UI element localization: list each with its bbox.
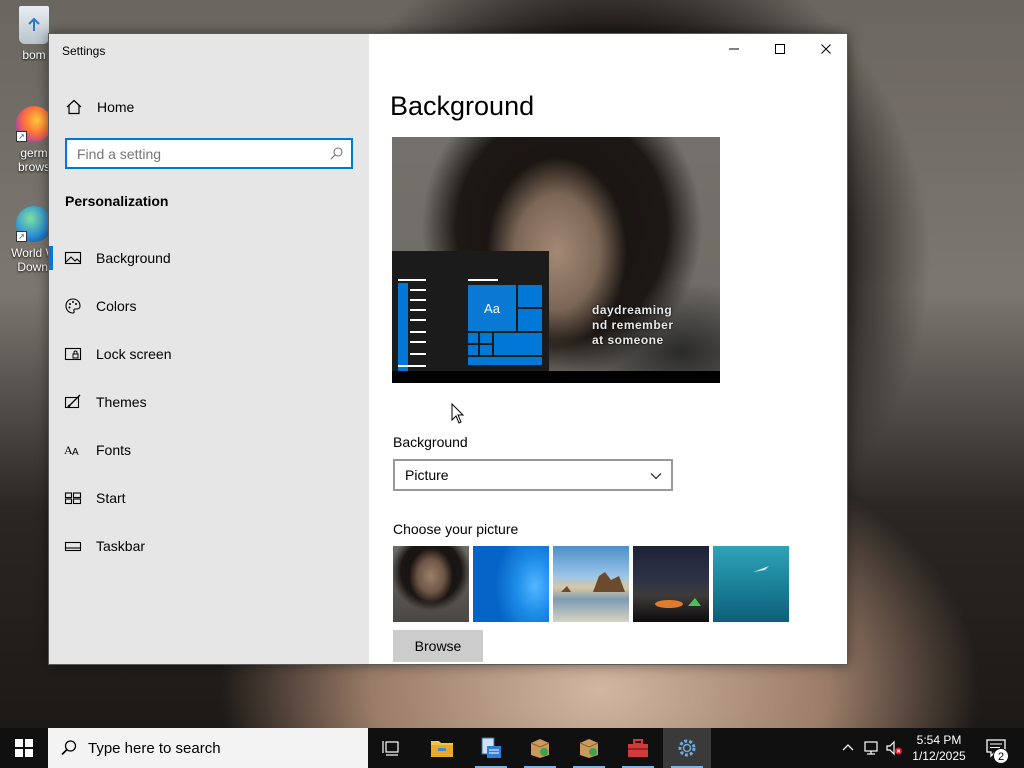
recycle-bin-icon [19, 6, 49, 44]
start-icon [64, 489, 82, 507]
mouse-cursor-icon [451, 403, 465, 424]
themes-icon [64, 393, 82, 411]
preview-caption-line: at someone [592, 333, 664, 347]
sidebar-item-label: Start [96, 490, 126, 506]
gear-icon [678, 739, 696, 757]
svg-text:A: A [72, 447, 79, 458]
preview-caption-line: daydreaming [592, 303, 673, 317]
sidebar-item-lock-screen[interactable]: Lock screen [49, 334, 369, 374]
sidebar-item-background[interactable]: Background [49, 238, 369, 278]
clock-date: 1/12/2025 [912, 749, 966, 763]
sidebar-item-label: Themes [96, 394, 147, 410]
chevron-up-icon[interactable] [839, 739, 857, 757]
taskbar-search-placeholder: Type here to search [88, 739, 221, 757]
settings-search[interactable] [65, 138, 353, 169]
section-heading: Personalization [65, 193, 169, 209]
taskbar-app-installer-1[interactable] [516, 728, 564, 768]
home-icon [65, 98, 83, 116]
document-app-icon [481, 737, 501, 758]
sidebar-item-themes[interactable]: Themes [49, 382, 369, 422]
taskbar-icon [64, 537, 82, 555]
taskbar-app-installer-2[interactable] [565, 728, 613, 768]
folder-icon [431, 741, 453, 757]
taskbar-app-document[interactable] [467, 728, 515, 768]
notification-badge: 2 [993, 748, 1009, 764]
taskbar: Type here to search 5:54 PM 1/12/2025 2 [0, 728, 1024, 768]
picture-icon [64, 249, 82, 267]
task-view-icon [382, 741, 399, 756]
start-button[interactable] [0, 728, 48, 768]
picture-thumbnail-4[interactable] [633, 546, 709, 622]
search-icon[interactable] [330, 147, 343, 160]
settings-content: Background daydreaming nd remember at so… [369, 34, 847, 664]
desktop-icon-label: bom [22, 48, 46, 62]
firefox-icon: ↗ [16, 106, 52, 142]
palette-icon [64, 297, 82, 315]
settings-window: Settings Home Personalization Background [48, 33, 848, 665]
sidebar-item-start[interactable]: Start [49, 478, 369, 518]
window-title: Settings [62, 44, 106, 58]
picture-thumbnail-5[interactable] [713, 546, 789, 622]
installer-box-icon [530, 739, 550, 758]
search-input[interactable] [67, 145, 317, 162]
network-icon[interactable] [862, 739, 880, 757]
sidebar-item-taskbar[interactable]: Taskbar [49, 526, 369, 566]
nav-home[interactable]: Home [49, 92, 369, 122]
picture-thumbnail-2[interactable] [473, 546, 549, 622]
sidebar-item-fonts[interactable]: AA Fonts [49, 430, 369, 470]
fonts-icon: AA [64, 441, 82, 459]
sidebar-item-label: Fonts [96, 442, 132, 458]
taskbar-app-settings[interactable] [663, 728, 711, 768]
sidebar-item-label: Lock screen [96, 346, 172, 362]
task-view-button[interactable] [368, 728, 416, 768]
background-dropdown[interactable]: Picture [393, 459, 673, 491]
preview-caption: daydreaming nd remember at someone [592, 303, 702, 348]
picture-thumbnail-3[interactable] [553, 546, 629, 622]
taskbar-file-explorer[interactable] [418, 728, 466, 768]
windows-logo-icon [15, 739, 33, 757]
chevron-down-icon [649, 469, 663, 483]
background-label: Background [393, 434, 468, 450]
page-title: Background [390, 91, 535, 121]
background-dropdown-value: Picture [405, 467, 449, 483]
settings-sidebar: Settings Home Personalization Background [49, 34, 369, 664]
volume-muted-icon[interactable] [885, 739, 903, 757]
taskbar-search[interactable]: Type here to search [48, 728, 368, 768]
desktop-icon-label: germ brows [17, 146, 50, 174]
preview-tile: Aa [468, 285, 516, 331]
choose-picture-label: Choose your picture [393, 521, 519, 537]
globe-icon: ↗ [16, 206, 52, 242]
sidebar-item-label: Taskbar [96, 538, 146, 554]
toolbox-icon [628, 739, 648, 757]
preview-caption-line: nd remember [592, 318, 674, 332]
nav-home-label: Home [97, 99, 135, 115]
sidebar-item-label: Background [96, 250, 171, 266]
sidebar-item-colors[interactable]: Colors [49, 286, 369, 326]
system-clock[interactable]: 5:54 PM 1/12/2025 [906, 732, 972, 764]
lock-screen-icon [64, 345, 82, 363]
search-icon [61, 740, 77, 756]
installer-box-icon [579, 739, 599, 758]
sidebar-item-label: Colors [96, 298, 137, 314]
background-preview: daydreaming nd remember at someone Aa [392, 137, 720, 383]
clock-time: 5:54 PM [916, 733, 962, 747]
picture-thumbnail-1[interactable] [393, 546, 469, 622]
browse-button[interactable]: Browse [393, 630, 483, 662]
taskbar-app-toolbox[interactable] [614, 728, 662, 768]
